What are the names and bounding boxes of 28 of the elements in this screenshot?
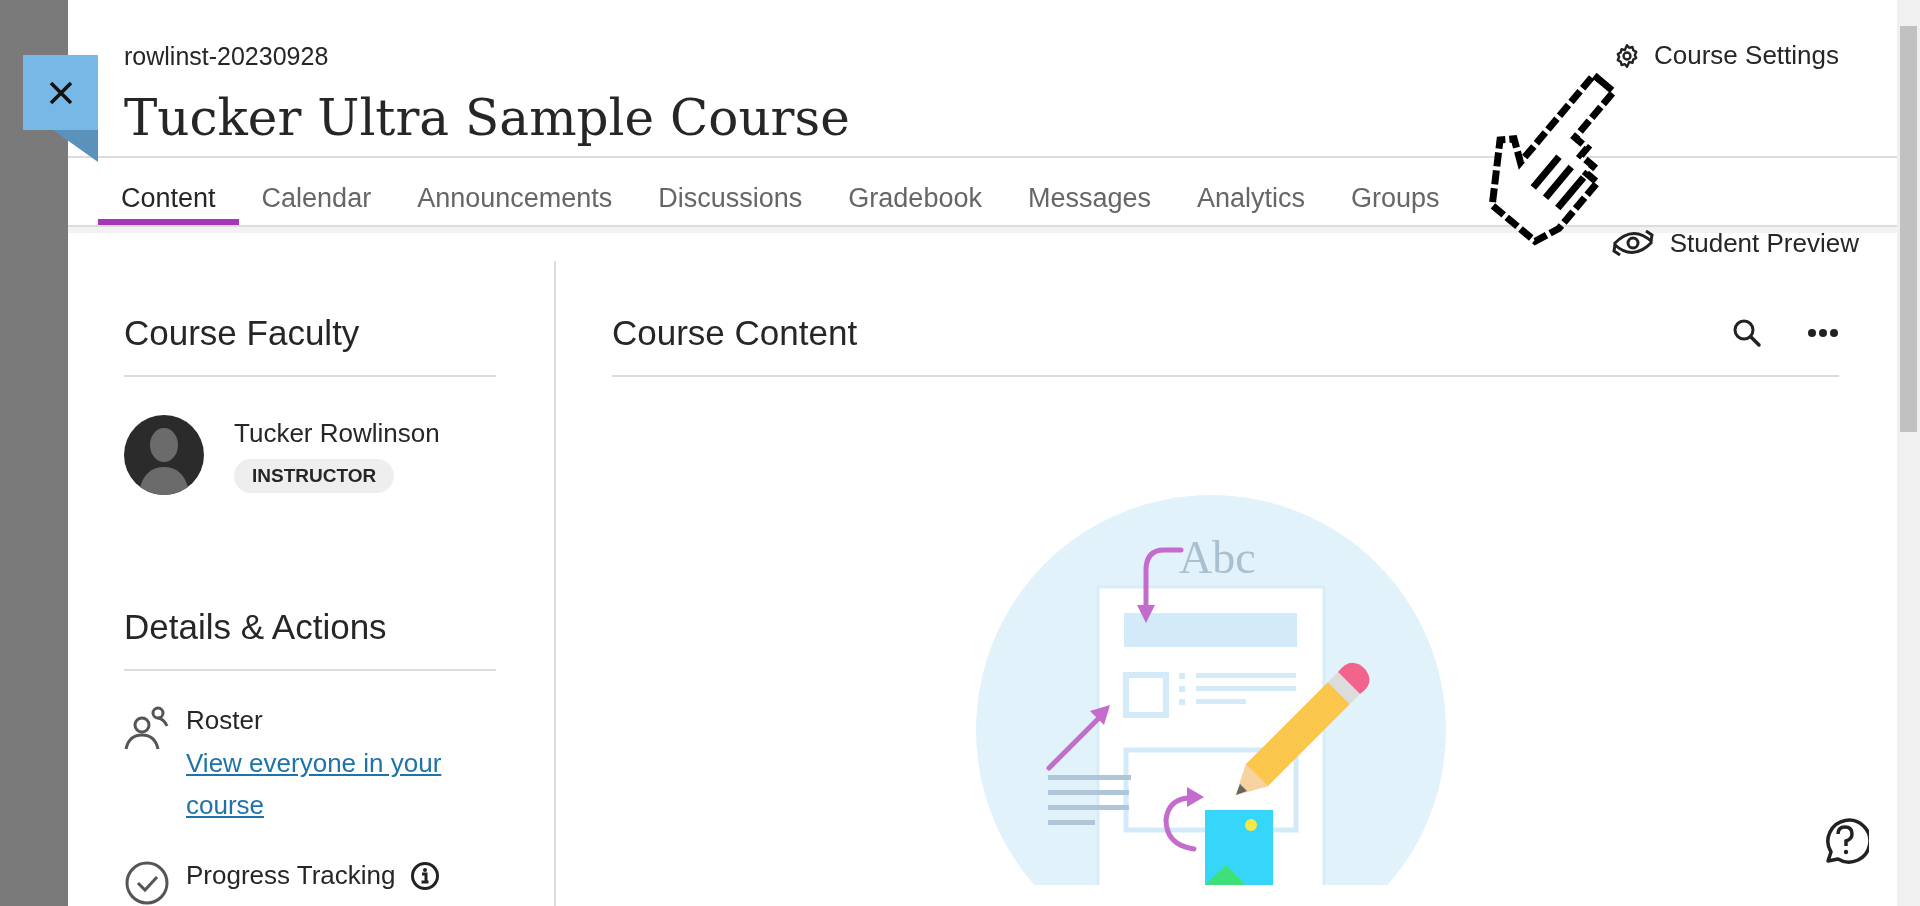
course-tab[interactable]: Discussions [635, 157, 826, 225]
course-tab[interactable]: Calendar [238, 157, 395, 225]
student-preview-button[interactable]: Student Preview [1609, 226, 1859, 260]
course-settings-button[interactable]: Course Settings [1614, 40, 1839, 71]
course-tab[interactable]: Groups [1328, 157, 1463, 225]
detail-title: Progress Tracking [186, 860, 396, 891]
section-heading: Course Faculty [124, 313, 361, 354]
section-heading: Course Content [612, 313, 858, 354]
section-heading: Details & Actions [124, 607, 388, 648]
info-icon[interactable] [409, 860, 440, 891]
role-badge: INSTRUCTOR [234, 458, 395, 493]
course-tab[interactable]: Announcements [394, 157, 636, 225]
roster-link[interactable]: View everyone in your course [186, 742, 456, 826]
course-tab[interactable]: Messages [1004, 157, 1174, 225]
course-code: rowlinst-20230928 [124, 42, 330, 71]
more-icon [1807, 327, 1839, 339]
search-icon [1731, 317, 1763, 349]
scrollbar[interactable] [1897, 0, 1920, 906]
course-title: Tucker Ultra Sample Course [124, 89, 850, 147]
instructor-name: Tucker Rowlinson [234, 417, 440, 449]
check-circle-icon [124, 860, 170, 906]
close-button[interactable] [23, 55, 98, 130]
course-tab[interactable]: Gradebook [825, 157, 1005, 225]
detail-title: Roster [186, 705, 263, 736]
course-tab[interactable]: Analytics [1174, 157, 1329, 225]
people-icon [124, 705, 170, 751]
content-illustration-drawing: Abc [975, 495, 1446, 885]
settings-icon [1614, 42, 1640, 69]
